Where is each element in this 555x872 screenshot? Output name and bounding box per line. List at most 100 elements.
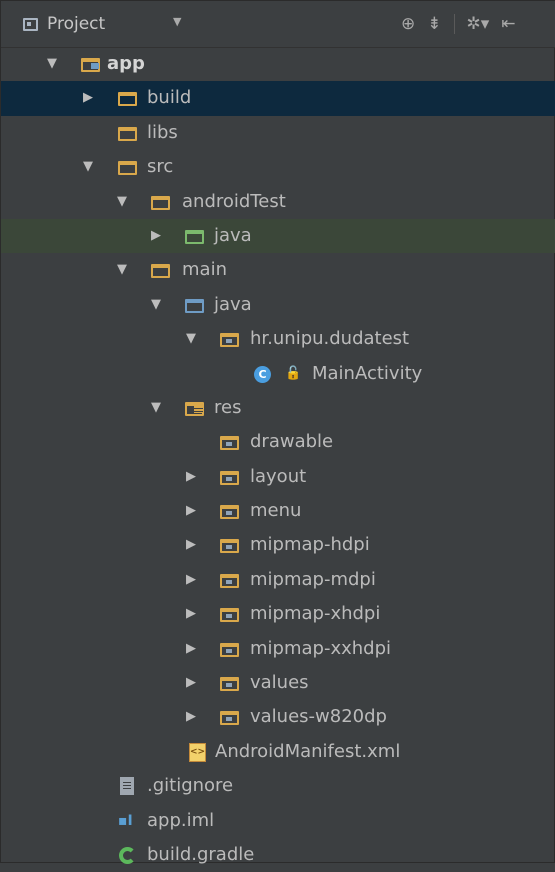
tree-node-java-main[interactable]: ▼ java	[1, 288, 555, 322]
test-source-folder-icon	[185, 229, 204, 244]
chevron-down-icon[interactable]: ▼	[173, 15, 181, 28]
folder-icon	[151, 264, 170, 279]
tree-node-androidmanifest[interactable]: <> AndroidManifest.xml	[1, 735, 555, 769]
tree-node-label: libs	[147, 121, 178, 143]
tree-node-values[interactable]: ▶ values	[1, 666, 555, 700]
expand-arrow-icon[interactable]: ▼	[81, 150, 95, 184]
tree-node-mipmap-xhdpi[interactable]: ▶ mipmap-xhdpi	[1, 597, 555, 631]
package-icon	[220, 711, 239, 726]
toolbar-divider	[453, 14, 455, 34]
project-tool-window: Project ▼ ⊕ ⇟ ✲▾ ⇤ ▼ app ▶ build libs ▼ …	[0, 0, 555, 865]
tree-node-build[interactable]: ▶ build	[1, 81, 555, 116]
expand-arrow-icon[interactable]: ▼	[149, 288, 163, 322]
tree-node-mipmap-hdpi[interactable]: ▶ mipmap-hdpi	[1, 528, 555, 562]
package-icon	[220, 333, 239, 348]
project-view-label: Project	[47, 14, 106, 34]
tree-node-values-w820dp[interactable]: ▶ values-w820dp	[1, 700, 555, 734]
tree-node-res[interactable]: ▼ res	[1, 391, 555, 425]
tree-node-label: build.gradle	[147, 843, 255, 865]
tree-node-drawable[interactable]: drawable	[1, 425, 555, 459]
tree-node-label: mipmap-hdpi	[250, 534, 370, 556]
project-icon	[23, 17, 38, 31]
tree-node-label: java	[214, 293, 252, 315]
tree-node-label: MainActivity	[312, 362, 423, 384]
gradle-icon	[119, 846, 136, 864]
tree-node-label: app.iml	[147, 809, 215, 831]
collapsed-arrow-icon[interactable]: ▶	[184, 597, 198, 631]
tree-node-label: layout	[250, 465, 307, 487]
collapsed-arrow-icon[interactable]: ▶	[184, 666, 198, 700]
toolbar-actions: ⊕ ⇟ ✲▾ ⇤	[401, 12, 528, 36]
package-icon	[220, 436, 239, 451]
tree-node-main[interactable]: ▼ main	[1, 253, 555, 287]
collapsed-arrow-icon[interactable]: ▶	[184, 528, 198, 562]
target-icon[interactable]: ⊕	[401, 14, 415, 34]
collapsed-arrow-icon[interactable]: ▶	[184, 563, 198, 597]
collapsed-arrow-icon[interactable]: ▶	[184, 460, 198, 494]
tree-node-label: androidTest	[182, 190, 286, 212]
expand-arrow-icon[interactable]: ▼	[115, 185, 129, 219]
tree-node-label: mipmap-xxhdpi	[250, 637, 392, 659]
tree-node-app-iml[interactable]: ▪Ⅰ app.iml	[1, 804, 555, 838]
tree-node-androidtest[interactable]: ▼ androidTest	[1, 185, 555, 219]
tree-node-label: app	[107, 53, 145, 74]
expand-arrow-icon[interactable]: ▼	[115, 253, 129, 287]
resource-folder-icon	[185, 401, 204, 416]
tree-node-build-gradle[interactable]: build.gradle	[1, 838, 555, 872]
lock-icon: 🔓	[285, 365, 302, 381]
tree-node-label: build	[147, 87, 192, 109]
tree-node-src[interactable]: ▼ src	[1, 150, 555, 184]
package-icon	[220, 677, 239, 692]
package-icon	[220, 539, 239, 554]
tree-node-mipmap-xxhdpi[interactable]: ▶ mipmap-xxhdpi	[1, 632, 555, 666]
folder-icon	[118, 161, 137, 176]
expand-arrow-icon[interactable]: ▼	[149, 391, 163, 425]
package-icon	[220, 470, 239, 485]
tree-node-menu[interactable]: ▶ menu	[1, 494, 555, 528]
hide-icon[interactable]: ⇤	[501, 14, 515, 34]
text-file-icon	[120, 777, 134, 796]
settings-icon[interactable]: ✲▾	[467, 14, 490, 34]
collapse-icon[interactable]: ⇟	[427, 14, 441, 34]
tree-node-mipmap-mdpi[interactable]: ▶ mipmap-mdpi	[1, 563, 555, 597]
collapsed-arrow-icon[interactable]: ▶	[149, 219, 163, 253]
tree-node-layout[interactable]: ▶ layout	[1, 460, 555, 494]
expand-arrow-icon[interactable]: ▼	[45, 47, 59, 81]
module-folder-icon	[81, 58, 100, 72]
package-icon	[220, 573, 239, 588]
tree-node-java-test[interactable]: ▶ java	[1, 218, 555, 254]
project-tree: ▼ app ▶ build libs ▼ src ▼ androidTest ▶…	[1, 47, 555, 872]
tree-node-label: .gitignore	[147, 775, 234, 797]
iml-file-icon: ▪Ⅰ	[118, 812, 133, 829]
collapsed-arrow-icon[interactable]: ▶	[184, 700, 198, 734]
tree-node-libs[interactable]: libs	[1, 116, 555, 150]
tree-node-app[interactable]: ▼ app	[1, 47, 555, 81]
collapsed-arrow-icon[interactable]: ▶	[184, 632, 198, 666]
tree-node-label: AndroidManifest.xml	[215, 740, 401, 762]
tree-node-label: mipmap-xhdpi	[250, 603, 381, 625]
tree-node-label: res	[214, 396, 242, 418]
folder-icon	[118, 126, 137, 141]
tree-node-label: hr.unipu.dudatest	[250, 328, 410, 350]
folder-icon	[151, 195, 170, 210]
tree-node-package[interactable]: ▼ hr.unipu.dudatest	[1, 322, 555, 356]
tree-node-label: values-w820dp	[250, 706, 387, 728]
tree-node-mainactivity[interactable]: C 🔓 MainActivity	[1, 357, 555, 391]
expand-arrow-icon[interactable]: ▼	[184, 322, 198, 356]
tree-node-label: main	[182, 259, 227, 281]
package-icon	[220, 642, 239, 657]
xml-file-icon: <>	[189, 742, 206, 762]
tree-node-label: drawable	[250, 431, 334, 453]
tree-node-gitignore[interactable]: .gitignore	[1, 769, 555, 803]
tree-node-label: mipmap-mdpi	[250, 568, 376, 590]
package-icon	[220, 608, 239, 623]
collapsed-arrow-icon[interactable]: ▶	[81, 81, 95, 115]
project-view-selector[interactable]: Project ▼	[23, 11, 191, 37]
package-icon	[220, 505, 239, 520]
tree-node-label: menu	[250, 500, 302, 522]
tree-node-label: values	[250, 672, 309, 694]
collapsed-arrow-icon[interactable]: ▶	[184, 494, 198, 528]
source-folder-icon	[185, 298, 204, 313]
project-toolbar: Project ▼ ⊕ ⇟ ✲▾ ⇤	[1, 1, 555, 48]
tree-node-label: src	[147, 156, 174, 178]
